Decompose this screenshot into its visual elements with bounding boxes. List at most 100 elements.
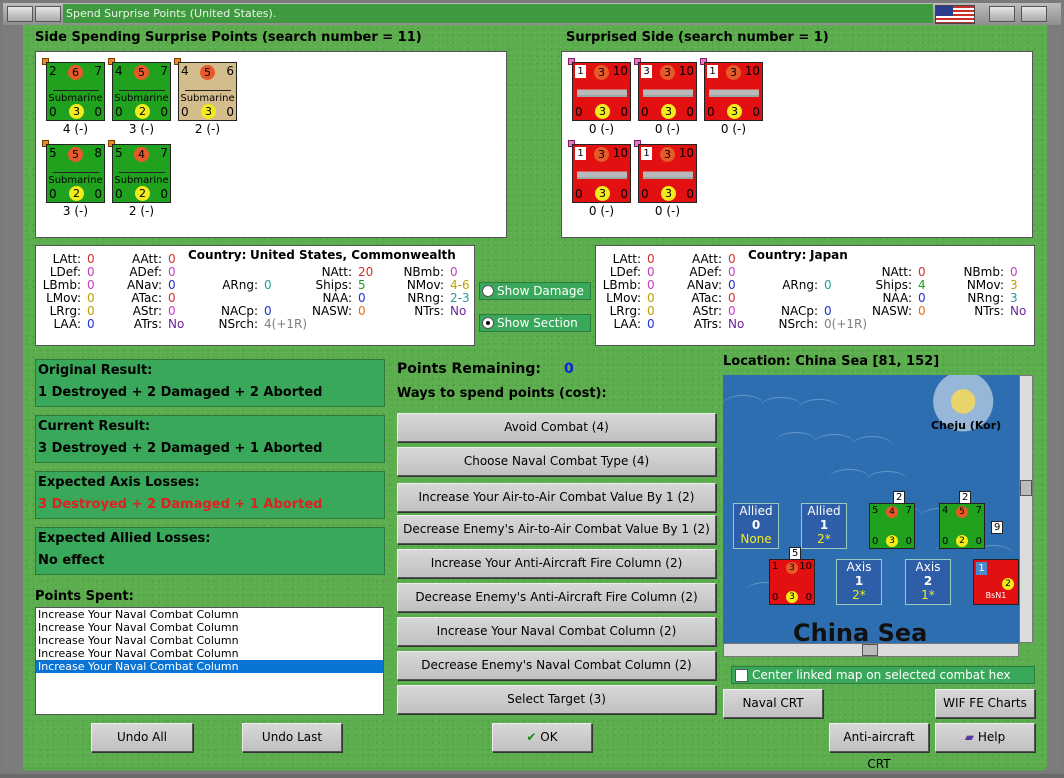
center-map-checkbox[interactable] bbox=[735, 669, 748, 682]
list-item[interactable]: Increase Your Naval Combat Column bbox=[36, 608, 383, 621]
stat-value: 0 bbox=[647, 265, 655, 279]
counter-caption: 3 (-) bbox=[62, 204, 89, 218]
spend-option-button[interactable]: Increase Your Naval Combat Column (2) bbox=[397, 617, 716, 646]
axis-stack-box[interactable]: Axis 2 1* bbox=[905, 559, 951, 605]
list-item[interactable]: Increase Your Naval Combat Column bbox=[36, 621, 383, 634]
counter-movement: 10 bbox=[799, 561, 812, 572]
axis-box-line: Axis bbox=[915, 560, 941, 574]
help-button-label: Help bbox=[977, 730, 1006, 744]
counter-transport: 0 bbox=[752, 105, 760, 119]
ship-counter[interactable]: 1 3 10 0 3 0 bbox=[572, 62, 631, 121]
undo-all-button[interactable]: Undo All bbox=[91, 723, 193, 752]
show-section-option[interactable]: Show Section bbox=[479, 314, 591, 332]
counter-movement: 6 bbox=[226, 64, 234, 78]
spend-option-button[interactable]: Select Target (3) bbox=[397, 685, 716, 714]
map-hscroll-thumb[interactable] bbox=[862, 644, 878, 656]
spend-option-button[interactable]: Choose Naval Combat Type (4) bbox=[397, 447, 716, 476]
counter-caption: 0 (-) bbox=[720, 122, 747, 136]
stat-label: NACp: bbox=[780, 304, 818, 318]
show-damage-radio-dot[interactable] bbox=[482, 285, 494, 297]
ship-counter[interactable]: 1 3 10 0 3 0 bbox=[572, 144, 631, 203]
surprised-units-panel: 1 3 10 0 3 0 0 (-) 3 3 10 0 3 0 0 (-) 1 3 10 0 3 0 0 (-) 1 3 10… bbox=[561, 51, 1033, 238]
spend-option-button[interactable]: Decrease Enemy's Air-to-Air Combat Value… bbox=[397, 515, 716, 544]
stat-label: LAA: bbox=[613, 317, 641, 331]
naval-crt-button[interactable]: Naval CRT bbox=[723, 689, 823, 718]
stat-value: 4(+1R) bbox=[264, 317, 308, 331]
spend-option-button[interactable]: Decrease Enemy's Naval Combat Column (2) bbox=[397, 651, 716, 680]
map-unit-counter[interactable]: 457 020 bbox=[939, 503, 985, 549]
ship-counter[interactable]: 1 3 10 0 3 0 bbox=[704, 62, 763, 121]
counter-type: Submarine bbox=[48, 175, 103, 186]
points-remaining-label: Points Remaining: bbox=[397, 361, 542, 377]
counter-aa: 0 bbox=[575, 187, 583, 201]
stat-value: 0 bbox=[647, 252, 655, 266]
help-button[interactable]: ▰ Help bbox=[935, 723, 1035, 752]
window-title: Spend Surprise Points (United States). bbox=[63, 4, 933, 23]
list-item[interactable]: Increase Your Naval Combat Column bbox=[36, 634, 383, 647]
map-unit-counter[interactable]: 547 030 bbox=[869, 503, 915, 549]
show-section-radio[interactable] bbox=[482, 317, 494, 329]
counter-range: 2 bbox=[135, 104, 150, 119]
submarine-counter[interactable]: 4 5 7 Submarine 0 2 0 bbox=[112, 62, 171, 121]
spend-option-button[interactable]: Increase Your Anti-Aircraft Fire Column … bbox=[397, 549, 716, 578]
list-item[interactable]: Increase Your Naval Combat Column bbox=[36, 647, 383, 660]
stat-value: No bbox=[728, 317, 745, 331]
minimize-button[interactable] bbox=[35, 6, 61, 22]
allied-losses-value: No effect bbox=[38, 553, 105, 568]
counter-range: 3 bbox=[201, 104, 216, 119]
submarine-counter[interactable]: 5 5 8 Submarine 0 2 0 bbox=[46, 144, 105, 203]
map-horizontal-scrollbar[interactable] bbox=[723, 643, 1019, 657]
counter-aa: 0 bbox=[872, 536, 879, 547]
submarine-counter[interactable]: 2 6 7 Submarine 0 3 0 bbox=[46, 62, 105, 121]
allied-box-line: Allied bbox=[807, 504, 841, 518]
axis-stack-box[interactable]: Axis 1 2* bbox=[836, 559, 882, 605]
allied-stack-box[interactable]: Allied 1 2* bbox=[801, 503, 847, 549]
counter-attack: 5 bbox=[49, 146, 57, 160]
map-unit-counter[interactable]: 1 2 BsN1 bbox=[973, 559, 1019, 605]
stat-label: AStr: bbox=[692, 304, 722, 318]
map-view[interactable]: Cheju (Kor) China Sea Allied 0 None Allied 1… bbox=[723, 375, 1019, 643]
show-damage-option[interactable]: Show Damage bbox=[479, 282, 591, 300]
ok-button-label: OK bbox=[540, 730, 558, 744]
anti-aircraft-crt-button[interactable]: Anti-aircraft CRT bbox=[829, 723, 929, 771]
stat-label: NASW: bbox=[311, 304, 352, 318]
submarine-counter[interactable]: 4 5 6 Submarine 0 3 0 bbox=[178, 62, 237, 121]
ship-counter[interactable]: 3 3 10 0 3 0 bbox=[638, 62, 697, 121]
spend-option-button[interactable]: Decrease Enemy's Anti-Aircraft Fire Colu… bbox=[397, 583, 716, 612]
checkmark-icon: ✔ bbox=[526, 730, 537, 744]
map-vertical-scrollbar[interactable] bbox=[1019, 375, 1033, 643]
wif-fe-charts-button[interactable]: WIF FE Charts bbox=[935, 689, 1035, 718]
submarine-counter[interactable]: 5 4 7 Submarine 0 2 0 bbox=[112, 144, 171, 203]
ok-button[interactable]: ✔ OK bbox=[492, 723, 592, 752]
spend-option-button[interactable]: Avoid Combat (4) bbox=[397, 413, 716, 442]
counter-movement: 10 bbox=[744, 64, 760, 78]
stat-label: Ships: bbox=[875, 278, 912, 292]
country-name: United States, Commonwealth bbox=[250, 248, 456, 262]
stat-label: LAtt: bbox=[612, 252, 641, 266]
list-item[interactable]: Increase Your Naval Combat Column bbox=[36, 660, 383, 673]
map-vscroll-thumb[interactable] bbox=[1020, 480, 1032, 496]
center-map-option[interactable]: Center linked map on selected combat hex bbox=[731, 666, 1035, 684]
allied-stack-box[interactable]: Allied 0 None bbox=[733, 503, 779, 549]
counter-value: 5 bbox=[68, 147, 83, 162]
stat-label: NRng: bbox=[407, 291, 444, 305]
stat-value: 0 bbox=[918, 304, 926, 318]
wave-pattern bbox=[852, 436, 892, 454]
stat-label: AStr: bbox=[132, 304, 162, 318]
counter-range: 3 bbox=[886, 535, 898, 547]
stat-label: NBmb: bbox=[963, 265, 1004, 279]
close-button[interactable] bbox=[1021, 6, 1047, 22]
system-menu-button[interactable] bbox=[7, 6, 33, 22]
map-unit-counter[interactable]: 1 3 10 0 3 0 bbox=[769, 559, 815, 605]
counter-movement: 7 bbox=[160, 64, 168, 78]
counter-range: 3 bbox=[661, 104, 676, 119]
restore-button[interactable] bbox=[989, 6, 1015, 22]
undo-last-button[interactable]: Undo Last bbox=[242, 723, 342, 752]
counter-value: 5 bbox=[200, 65, 215, 80]
counter-value: 4 bbox=[134, 147, 149, 162]
ship-counter[interactable]: 1 3 10 0 3 0 bbox=[638, 144, 697, 203]
points-spent-list[interactable]: Increase Your Naval Combat Column Increas… bbox=[35, 607, 384, 715]
counter-aa: 0 bbox=[575, 105, 583, 119]
spend-option-button[interactable]: Increase Your Air-to-Air Combat Value By… bbox=[397, 483, 716, 512]
submarine-silhouette-icon bbox=[185, 90, 231, 91]
